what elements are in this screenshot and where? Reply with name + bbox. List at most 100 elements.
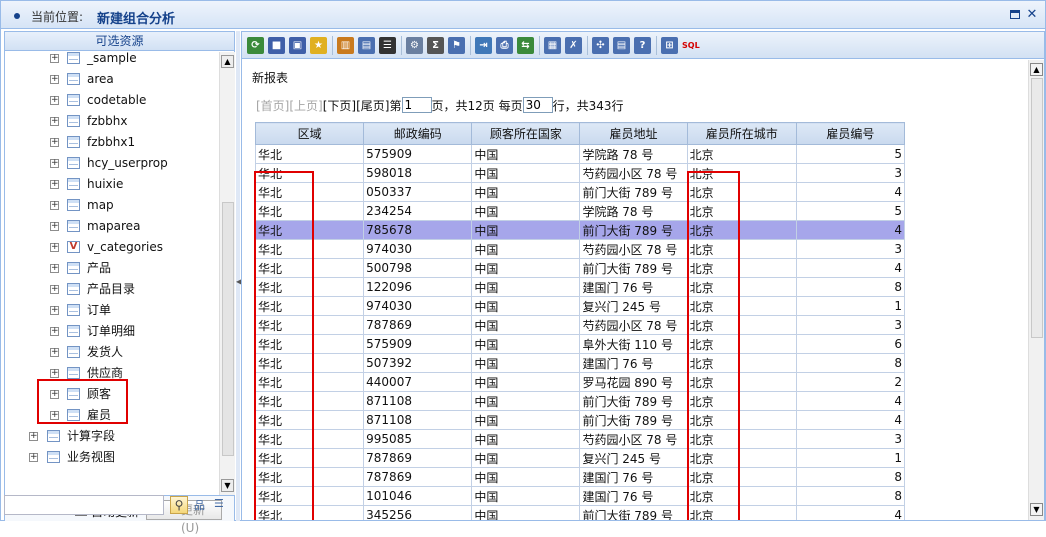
save-as-icon[interactable]: ▣ bbox=[289, 37, 306, 54]
expand-icon[interactable]: + bbox=[50, 264, 59, 273]
first-page-link[interactable]: [首页] bbox=[256, 99, 289, 113]
settings-icon[interactable]: ⚙ bbox=[406, 37, 423, 54]
table-row[interactable]: 华北 871108 中国 前门大街 789 号北京 4 bbox=[254, 391, 906, 411]
table-row[interactable]: 华北 440007 中国 罗马花园 890 号北京 2 bbox=[254, 372, 906, 392]
column-header[interactable]: 雇员所在城市 bbox=[686, 122, 797, 145]
search-input[interactable] bbox=[4, 495, 164, 515]
sum-icon[interactable]: Σ bbox=[427, 37, 444, 54]
table-cell: 050337 bbox=[363, 182, 473, 202]
expand-icon[interactable]: + bbox=[29, 432, 38, 441]
expand-icon[interactable]: + bbox=[50, 327, 59, 336]
column-header[interactable]: 区域 bbox=[254, 122, 365, 145]
table-row[interactable]: 华北 974030 中国 芍药园小区 78 号北京 3 bbox=[254, 239, 906, 259]
expand-icon[interactable]: + bbox=[50, 390, 59, 399]
favorite-icon[interactable]: ★ bbox=[310, 37, 327, 54]
next-page-link[interactable]: [下页] bbox=[323, 99, 356, 113]
sort-icon[interactable]: ☰ bbox=[379, 37, 396, 54]
search-icon[interactable]: ⚲ bbox=[170, 496, 188, 514]
table-row[interactable]: 华北 050337 中国 前门大街 789 号北京 4 bbox=[254, 182, 906, 202]
scroll-down-icon[interactable]: ▼ bbox=[221, 479, 234, 492]
table-row[interactable]: 华北 101046 中国 建国门 76 号北京 8 bbox=[254, 486, 906, 506]
list-view-icon[interactable]: ☰ bbox=[214, 497, 224, 510]
column-header[interactable]: 雇员编号 bbox=[795, 122, 906, 145]
table-row[interactable]: 华北 995085 中国 芍药园小区 78 号北京 3 bbox=[254, 429, 906, 449]
chart-icon[interactable]: ▥ bbox=[337, 37, 354, 54]
table-row[interactable]: 华北 871108 中国 前门大街 789 号北京 4 bbox=[254, 410, 906, 430]
tree-view-icon[interactable]: 品 bbox=[194, 497, 205, 513]
table-row[interactable]: 华北 507392 中国 建国门 76 号北京 8 bbox=[254, 353, 906, 373]
expand-icon[interactable]: + bbox=[50, 117, 59, 126]
expand-icon[interactable]: + bbox=[50, 180, 59, 189]
table-cell: 5 bbox=[795, 144, 906, 164]
close-icon[interactable]: ✕ bbox=[1025, 8, 1039, 22]
report-scrollbar[interactable]: ▲ ▼ bbox=[1028, 60, 1044, 520]
column-header[interactable]: 顾客所在国家 bbox=[471, 122, 581, 145]
expand-icon[interactable]: + bbox=[50, 285, 59, 294]
copy-icon[interactable]: ▦ bbox=[544, 37, 561, 54]
expand-icon[interactable]: + bbox=[50, 138, 59, 147]
expand-icon[interactable]: + bbox=[50, 411, 59, 420]
expand-icon[interactable]: + bbox=[29, 453, 38, 462]
filter-icon[interactable]: ⚑ bbox=[448, 37, 465, 54]
table-cell: 北京 bbox=[686, 467, 797, 487]
table-icon bbox=[67, 262, 80, 274]
resource-tree: + _sample + area + codetable + fzbbhx + fzbbhx1 + h… bbox=[5, 52, 219, 495]
help-icon[interactable]: ? bbox=[634, 37, 651, 54]
save-icon[interactable]: ■ bbox=[268, 37, 285, 54]
layout-icon[interactable]: ▤ bbox=[358, 37, 375, 54]
table-row[interactable]: 华北 787869 中国 建国门 76 号北京 8 bbox=[254, 467, 906, 487]
page-number-input[interactable] bbox=[401, 97, 432, 113]
expand-icon[interactable]: + bbox=[50, 348, 59, 357]
expand-icon[interactable]: + bbox=[50, 369, 59, 378]
scroll-thumb[interactable] bbox=[1031, 78, 1043, 338]
table-row[interactable]: 华北 500798 中国 前门大街 789 号北京 4 bbox=[254, 258, 906, 278]
scroll-up-icon[interactable]: ▲ bbox=[221, 55, 234, 68]
table-row[interactable]: 华北 575909 中国 阜外大街 110 号北京 6 bbox=[254, 334, 906, 354]
table-cell: 中国 bbox=[471, 353, 581, 373]
clear-icon[interactable]: ✗ bbox=[565, 37, 582, 54]
column-header[interactable]: 邮政编码 bbox=[363, 122, 473, 145]
scroll-up-icon[interactable]: ▲ bbox=[1030, 63, 1043, 76]
table-row[interactable]: 华北 787869 中国 复兴门 245 号北京 1 bbox=[254, 448, 906, 468]
print-icon[interactable]: ⎙ bbox=[496, 37, 513, 54]
sql-icon[interactable]: SQL bbox=[682, 37, 700, 54]
expand-icon[interactable]: + bbox=[50, 222, 59, 231]
table-cell: 前门大街 789 号 bbox=[579, 410, 688, 430]
maximize-icon[interactable] bbox=[1008, 8, 1022, 22]
per-page-input[interactable] bbox=[522, 97, 553, 113]
table-row[interactable]: 华北 974030 中国 复兴门 245 号北京 1 bbox=[254, 296, 906, 316]
expand-icon[interactable]: + bbox=[50, 201, 59, 210]
tree-scrollbar[interactable]: ▲ ▼ bbox=[219, 52, 235, 495]
scroll-thumb[interactable] bbox=[222, 202, 234, 456]
table-row[interactable]: 华北 234254 中国 学院路 78 号北京 5 bbox=[254, 201, 906, 221]
zoom-icon[interactable]: ⊞ bbox=[661, 37, 678, 54]
expand-icon[interactable]: + bbox=[50, 243, 59, 252]
table-cell: 4 bbox=[795, 182, 906, 202]
panel-splitter[interactable]: ◀ bbox=[236, 31, 242, 521]
table-cell: 974030 bbox=[363, 239, 473, 259]
prev-page-link[interactable]: [上页] bbox=[289, 99, 322, 113]
table-row[interactable]: 华北 345256 中国 前门大街 789 号北京 4 bbox=[254, 505, 906, 520]
column-header[interactable]: 雇员地址 bbox=[579, 122, 688, 145]
table-row[interactable]: 华北 575909 中国 学院路 78 号北京 5 bbox=[254, 144, 906, 164]
last-page-link[interactable]: [尾页] bbox=[356, 99, 389, 113]
tools-icon[interactable]: ✣ bbox=[592, 37, 609, 54]
refresh-icon[interactable]: ⟳ bbox=[247, 37, 264, 54]
export-icon[interactable]: ⇥ bbox=[475, 37, 492, 54]
collapse-handle-icon[interactable]: ◀ bbox=[236, 267, 242, 297]
expand-icon[interactable]: + bbox=[50, 306, 59, 315]
grid-icon[interactable]: ▤ bbox=[613, 37, 630, 54]
expand-icon[interactable]: + bbox=[50, 75, 59, 84]
table-row[interactable]: 华北 598018 中国 芍药园小区 78 号北京 3 bbox=[254, 163, 906, 183]
table-icon bbox=[67, 94, 80, 106]
expand-icon[interactable]: + bbox=[50, 54, 59, 63]
expand-icon[interactable]: + bbox=[50, 159, 59, 168]
scroll-down-icon[interactable]: ▼ bbox=[1030, 503, 1043, 516]
expand-icon[interactable]: + bbox=[50, 96, 59, 105]
table-row[interactable]: 华北 122096 中国 建国门 76 号北京 8 bbox=[254, 277, 906, 297]
table-row[interactable]: 华北 785678 中国 前门大街 789 号北京 4 bbox=[254, 220, 906, 240]
table-cell: 华北 bbox=[254, 372, 365, 392]
table-cell: 8 bbox=[795, 353, 906, 373]
swap-icon[interactable]: ⇆ bbox=[517, 37, 534, 54]
table-row[interactable]: 华北 787869 中国 芍药园小区 78 号北京 3 bbox=[254, 315, 906, 335]
